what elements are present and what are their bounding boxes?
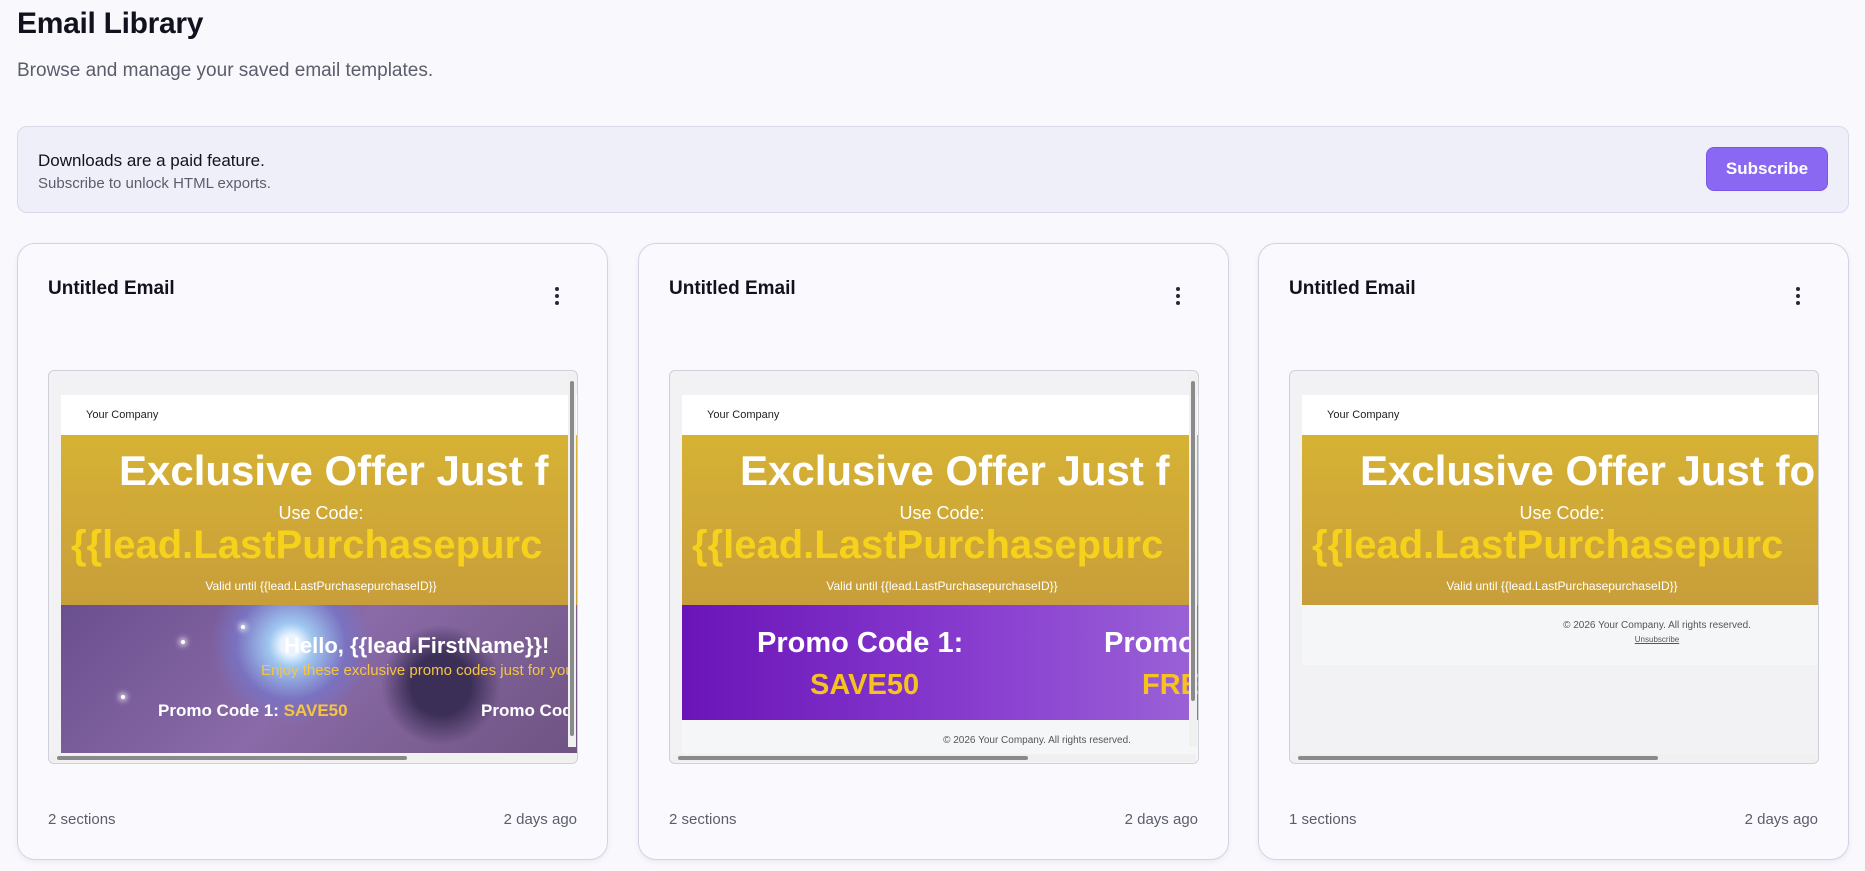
page-subtitle: Browse and manage your saved email templ…	[17, 60, 434, 81]
email-company-name: Your Company	[61, 395, 577, 435]
card-title: Untitled Email	[1289, 278, 1416, 299]
email-content: Your Company Exclusive Offer Just fo Use…	[1302, 395, 1818, 665]
offer-valid-until: Valid until {{lead.LastPurchasepurchaseI…	[826, 579, 1058, 593]
email-preview[interactable]: Your Company Exclusive Offer Just fo Use…	[1289, 370, 1819, 764]
email-content: Your Company Exclusive Offer Just f Use …	[61, 395, 577, 753]
email-company-name: Your Company	[1302, 395, 1818, 435]
offer-valid-until: Valid until {{lead.LastPurchasepurchaseI…	[1446, 579, 1678, 593]
scroll-thumb[interactable]	[678, 756, 1028, 760]
promo-code-1-label: Promo Code 1:	[158, 701, 284, 720]
updated-time: 2 days ago	[1124, 811, 1198, 828]
promo-code-1-value: SAVE50	[283, 701, 348, 720]
more-vertical-icon[interactable]	[1788, 284, 1808, 308]
offer-code-label: Use Code:	[899, 503, 985, 523]
updated-time: 2 days ago	[503, 811, 577, 828]
promo-code-2-label: Promo	[1104, 627, 1196, 659]
scroll-thumb[interactable]	[1298, 756, 1658, 760]
banner-title: Downloads are a paid feature.	[38, 151, 265, 170]
page-title: Email Library	[17, 7, 204, 40]
offer-code: {{lead.LastPurchasepurc	[1312, 523, 1784, 567]
vertical-scrollbar[interactable]	[568, 373, 576, 747]
email-library-page: Email Library Browse and manage your sav…	[0, 0, 1865, 871]
offer-code: {{lead.LastPurchasepurc	[692, 523, 1164, 567]
email-preview[interactable]: Your Company Exclusive Offer Just f Use …	[669, 370, 1199, 764]
email-card[interactable]: Untitled Email Your Company Exclusive Of…	[17, 243, 608, 860]
offer-valid-until: Valid until {{lead.LastPurchasepurchaseI…	[205, 579, 437, 593]
more-vertical-icon[interactable]	[547, 284, 567, 308]
promo-code-1-value: SAVE50	[810, 669, 920, 701]
horizontal-scrollbar[interactable]	[1292, 754, 1816, 762]
vertical-scrollbar[interactable]	[1189, 373, 1197, 747]
section-count: 1 sections	[1289, 811, 1357, 828]
paid-feature-banner: Downloads are a paid feature. Subscribe …	[17, 126, 1849, 213]
offer-code-label: Use Code:	[278, 503, 364, 523]
offer-title: Exclusive Offer Just f	[119, 447, 549, 494]
offer-code-label: Use Code:	[1519, 503, 1605, 523]
email-preview[interactable]: Your Company Exclusive Offer Just f Use …	[48, 370, 578, 764]
footer-copyright: © 2026 Your Company. All rights reserved…	[1563, 620, 1751, 631]
scroll-thumb[interactable]	[1191, 381, 1195, 701]
banner-subtitle: Subscribe to unlock HTML exports.	[38, 175, 271, 192]
email-card[interactable]: Untitled Email Your Company Exclusive Of…	[638, 243, 1229, 860]
email-company-name: Your Company	[682, 395, 1198, 435]
section-count: 2 sections	[48, 811, 116, 828]
more-vertical-icon[interactable]	[1168, 284, 1188, 308]
promo-codes-section: Promo Code 1: SAVE50 Promo FRE	[682, 605, 1198, 720]
hero-subtitle: Enjoy these exclusive promo codes just f…	[261, 662, 574, 679]
email-content: Your Company Exclusive Offer Just f Use …	[682, 395, 1198, 763]
offer-title: Exclusive Offer Just fo	[1360, 447, 1816, 494]
horizontal-scrollbar[interactable]	[672, 754, 1196, 762]
sparkle-decoration	[181, 640, 185, 644]
promo-code-1: Promo Code 1: SAVE50	[158, 701, 348, 721]
email-card[interactable]: Untitled Email Your Company Exclusive Of…	[1258, 243, 1849, 860]
unsubscribe-link[interactable]: Unsubscribe	[1302, 635, 1818, 644]
hero-hello: Hello, {{lead.FirstName}}!	[284, 633, 550, 658]
promo-code-1-label: Promo Code 1:	[757, 627, 964, 659]
section-count: 2 sections	[669, 811, 737, 828]
offer-section: Exclusive Offer Just f Use Code: {{lead.…	[682, 435, 1198, 605]
subscribe-button[interactable]: Subscribe	[1706, 147, 1828, 191]
offer-section: Exclusive Offer Just fo Use Code: {{lead…	[1302, 435, 1818, 605]
sparkle-decoration	[121, 695, 125, 699]
card-title: Untitled Email	[669, 278, 796, 299]
scroll-thumb[interactable]	[57, 756, 407, 760]
horizontal-scrollbar[interactable]	[51, 754, 575, 762]
footer-copyright: © 2026 Your Company. All rights reserved…	[943, 735, 1131, 746]
hero-image-section: Hello, {{lead.FirstName}}! Enjoy these e…	[61, 605, 577, 753]
updated-time: 2 days ago	[1744, 811, 1818, 828]
scroll-thumb[interactable]	[570, 381, 574, 736]
promo-code-2: Promo Cod	[481, 701, 573, 720]
card-title: Untitled Email	[48, 278, 175, 299]
offer-code: {{lead.LastPurchasepurc	[71, 523, 543, 567]
offer-title: Exclusive Offer Just f	[740, 447, 1170, 494]
offer-section: Exclusive Offer Just f Use Code: {{lead.…	[61, 435, 577, 605]
email-footer: © 2026 Your Company. All rights reserved…	[1302, 605, 1818, 665]
sparkle-decoration	[241, 625, 245, 629]
